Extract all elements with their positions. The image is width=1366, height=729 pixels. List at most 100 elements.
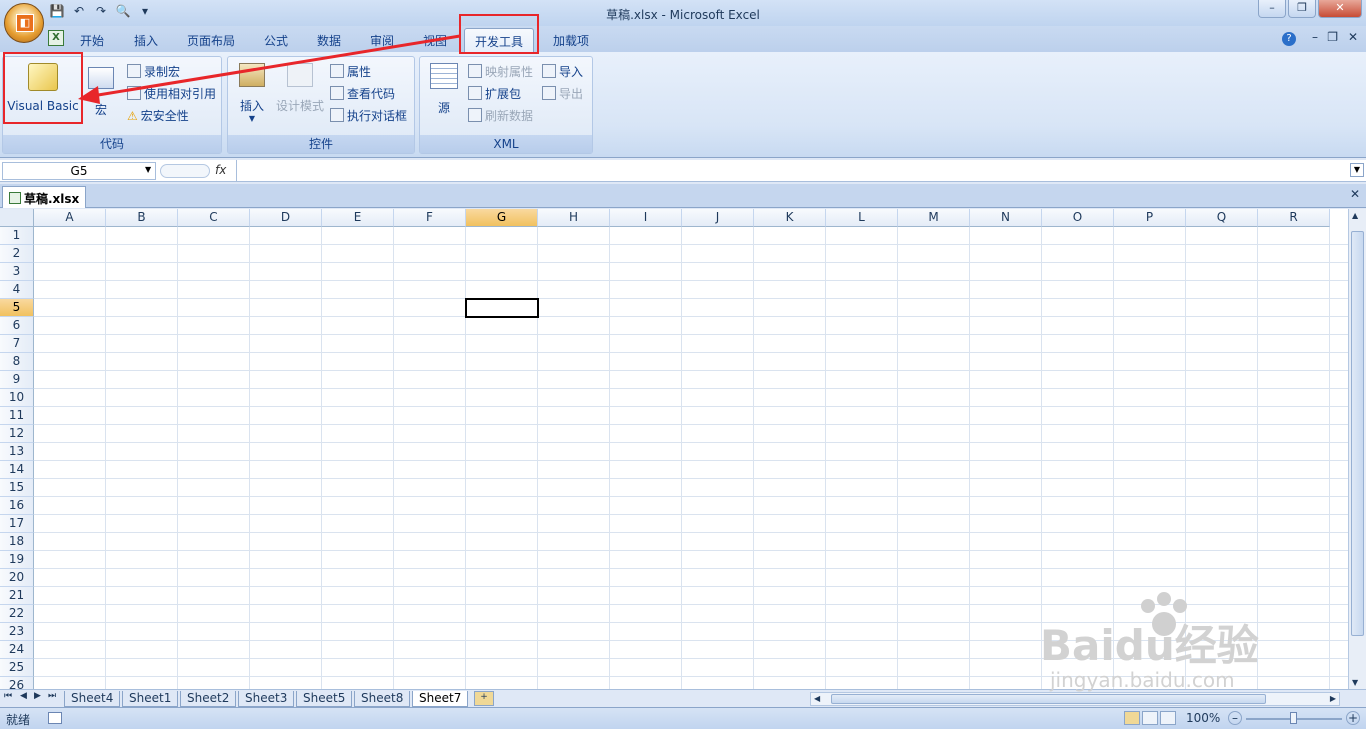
- tab-home[interactable]: 开始: [80, 32, 104, 49]
- row-header[interactable]: 12: [0, 425, 34, 443]
- column-header[interactable]: Q: [1186, 209, 1258, 227]
- page-break-view-icon[interactable]: [1160, 711, 1176, 725]
- sheet-nav-next-icon[interactable]: ▶: [34, 691, 41, 701]
- row-header[interactable]: 26: [0, 677, 34, 689]
- normal-view-icon[interactable]: [1124, 711, 1140, 725]
- row-header[interactable]: 14: [0, 461, 34, 479]
- ribbon-restore-icon[interactable]: ❐: [1327, 30, 1338, 44]
- sheet-nav-prev-icon[interactable]: ◀: [20, 691, 27, 701]
- vertical-scrollbar[interactable]: ▲ ▼: [1348, 209, 1366, 689]
- sheet-tab-active[interactable]: Sheet7: [412, 691, 469, 707]
- office-button[interactable]: ◧: [4, 3, 44, 43]
- refresh-data-button[interactable]: 刷新数据: [468, 107, 533, 124]
- name-box[interactable]: G5: [2, 162, 156, 180]
- column-header[interactable]: O: [1042, 209, 1114, 227]
- expansion-packs-button[interactable]: 扩展包: [468, 85, 521, 102]
- redo-icon[interactable]: ↷: [92, 4, 110, 20]
- row-header[interactable]: 25: [0, 659, 34, 677]
- row-header[interactable]: 17: [0, 515, 34, 533]
- row-header[interactable]: 7: [0, 335, 34, 353]
- scroll-up-icon[interactable]: ▲: [1352, 211, 1358, 220]
- tab-addins[interactable]: 加载项: [553, 32, 589, 49]
- scroll-right-icon[interactable]: ▶: [1330, 694, 1336, 703]
- sheet-nav-first-icon[interactable]: ⏮: [4, 691, 12, 701]
- print-preview-icon[interactable]: 🔍: [114, 4, 132, 20]
- row-header[interactable]: 20: [0, 569, 34, 587]
- tab-insert[interactable]: 插入: [134, 32, 158, 49]
- insert-function-icon[interactable]: fx: [215, 163, 226, 177]
- restore-icon[interactable]: ❐: [1288, 0, 1316, 18]
- design-mode-button[interactable]: 设计模式: [274, 63, 326, 123]
- column-header[interactable]: L: [826, 209, 898, 227]
- help-icon[interactable]: ?: [1282, 32, 1296, 46]
- save-icon[interactable]: 💾: [48, 4, 66, 20]
- vertical-scroll-thumb[interactable]: [1351, 231, 1364, 636]
- properties-button[interactable]: 属性: [330, 63, 371, 80]
- insert-sheet-icon[interactable]: +: [474, 691, 494, 706]
- column-header[interactable]: D: [250, 209, 322, 227]
- row-header[interactable]: 23: [0, 623, 34, 641]
- qat-customize-icon[interactable]: ▾: [136, 4, 154, 20]
- row-header[interactable]: 11: [0, 407, 34, 425]
- formula-bar-handle[interactable]: [160, 164, 210, 178]
- column-header[interactable]: H: [538, 209, 610, 227]
- column-header[interactable]: I: [610, 209, 682, 227]
- scroll-left-icon[interactable]: ◀: [814, 694, 820, 703]
- column-header[interactable]: P: [1114, 209, 1186, 227]
- export-button[interactable]: 导出: [542, 85, 583, 102]
- xml-source-button[interactable]: 源: [426, 63, 462, 123]
- row-header[interactable]: 21: [0, 587, 34, 605]
- row-header[interactable]: 13: [0, 443, 34, 461]
- column-header[interactable]: F: [394, 209, 466, 227]
- workbook-tab[interactable]: 草稿.xlsx: [2, 186, 87, 208]
- row-header[interactable]: 22: [0, 605, 34, 623]
- macro-security-button[interactable]: ⚠ 宏安全性: [127, 107, 189, 124]
- scroll-down-icon[interactable]: ▼: [1352, 678, 1358, 687]
- sheet-tab[interactable]: Sheet2: [180, 691, 237, 707]
- zoom-level[interactable]: 100%: [1186, 711, 1220, 725]
- column-header[interactable]: C: [178, 209, 250, 227]
- page-layout-view-icon[interactable]: [1142, 711, 1158, 725]
- column-header[interactable]: R: [1258, 209, 1330, 227]
- zoom-slider-thumb[interactable]: [1290, 712, 1297, 724]
- row-header[interactable]: 5: [0, 299, 34, 317]
- row-header[interactable]: 16: [0, 497, 34, 515]
- expand-formula-bar-icon[interactable]: ▼: [1350, 163, 1364, 177]
- tab-data[interactable]: 数据: [317, 32, 341, 49]
- run-dialog-button[interactable]: 执行对话框: [330, 107, 407, 124]
- column-header[interactable]: J: [682, 209, 754, 227]
- tab-formulas[interactable]: 公式: [264, 32, 288, 49]
- column-header[interactable]: M: [898, 209, 970, 227]
- row-header[interactable]: 24: [0, 641, 34, 659]
- sheet-tab[interactable]: Sheet1: [122, 691, 179, 707]
- minimize-icon[interactable]: –: [1258, 0, 1286, 18]
- column-header[interactable]: B: [106, 209, 178, 227]
- tab-page-layout[interactable]: 页面布局: [187, 32, 235, 49]
- sheet-tab[interactable]: Sheet8: [354, 691, 411, 707]
- row-header[interactable]: 6: [0, 317, 34, 335]
- close-icon[interactable]: ✕: [1318, 0, 1362, 18]
- horizontal-scroll-thumb[interactable]: [831, 694, 1266, 704]
- column-header[interactable]: K: [754, 209, 826, 227]
- sheet-tab[interactable]: Sheet4: [64, 691, 121, 707]
- select-all-corner[interactable]: [0, 209, 34, 227]
- macro-button[interactable]: 宏: [85, 67, 117, 119]
- row-header[interactable]: 1: [0, 227, 34, 245]
- row-header[interactable]: 10: [0, 389, 34, 407]
- sheet-tab[interactable]: Sheet5: [296, 691, 353, 707]
- map-properties-button[interactable]: 映射属性: [468, 63, 533, 80]
- tab-review[interactable]: 审阅: [370, 32, 394, 49]
- view-code-button[interactable]: 查看代码: [330, 85, 395, 102]
- tab-view[interactable]: 视图: [423, 32, 447, 49]
- ribbon-minimize-icon[interactable]: –: [1312, 30, 1318, 44]
- name-box-dropdown-icon[interactable]: ▼: [145, 165, 151, 174]
- relative-reference-button[interactable]: 使用相对引用: [127, 85, 216, 102]
- row-header[interactable]: 4: [0, 281, 34, 299]
- horizontal-scrollbar[interactable]: ◀ ▶: [810, 692, 1340, 706]
- macro-record-status-icon[interactable]: [48, 712, 62, 724]
- record-macro-button[interactable]: 录制宏: [127, 63, 180, 80]
- column-header[interactable]: A: [34, 209, 106, 227]
- close-workbook-icon[interactable]: ✕: [1350, 187, 1360, 201]
- row-header[interactable]: 2: [0, 245, 34, 263]
- column-header[interactable]: E: [322, 209, 394, 227]
